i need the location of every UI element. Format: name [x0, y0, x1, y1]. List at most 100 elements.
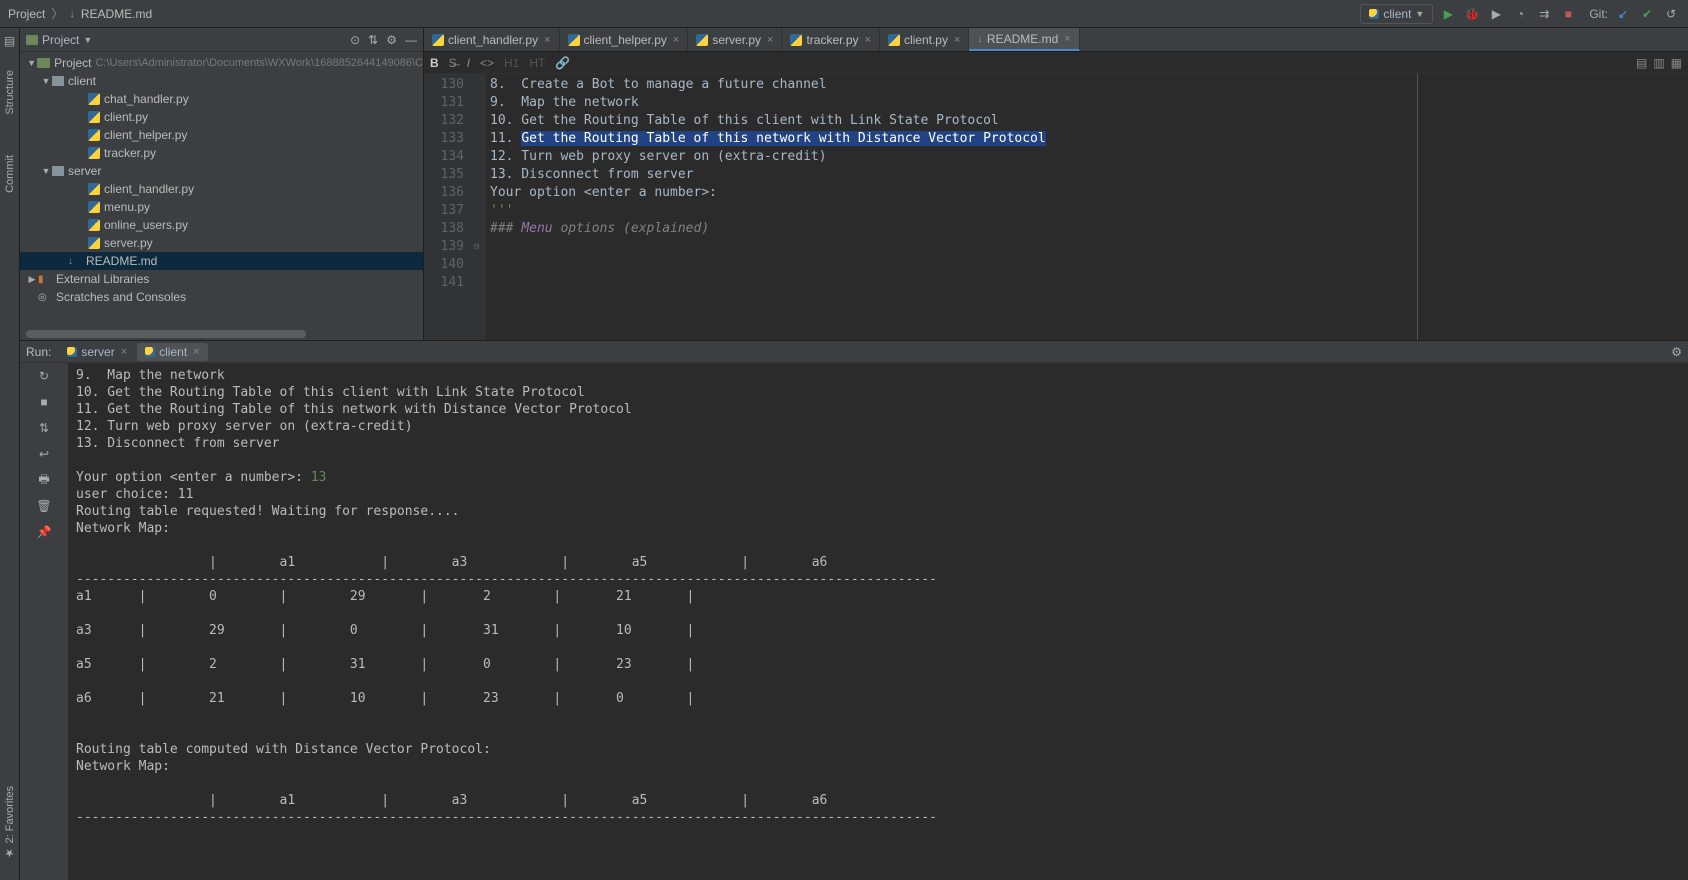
- tree-file[interactable]: tracker.py: [20, 144, 423, 162]
- libraries-icon: ▮: [38, 274, 52, 285]
- python-icon: [88, 219, 100, 231]
- coverage-button[interactable]: ▶: [1487, 5, 1505, 23]
- run-config-selector[interactable]: client ▼: [1360, 4, 1433, 24]
- tree-file[interactable]: chat_handler.py: [20, 90, 423, 108]
- tree-file-readme[interactable]: ↓README.md: [20, 252, 423, 270]
- console-output[interactable]: 9. Map the network10. Get the Routing Ta…: [68, 363, 1688, 880]
- close-icon[interactable]: ×: [544, 34, 550, 46]
- run-tab-server[interactable]: server×: [59, 343, 135, 361]
- expand-icon[interactable]: ▼: [40, 76, 52, 86]
- close-icon[interactable]: ×: [767, 34, 773, 46]
- layout-button[interactable]: ⇅: [35, 419, 53, 437]
- view-editor-icon[interactable]: ▤: [1636, 56, 1647, 70]
- bold-button[interactable]: B: [430, 56, 439, 70]
- project-selector[interactable]: Project ▼: [26, 33, 92, 47]
- debug-button[interactable]: 🐞: [1463, 5, 1481, 23]
- settings-icon[interactable]: ⚙: [386, 33, 397, 47]
- tree-path: C:\Users\Administrator\Documents\WXWork\…: [95, 57, 423, 69]
- tab-readme[interactable]: ↓README.md×: [969, 28, 1079, 51]
- structure-tool[interactable]: Structure: [4, 70, 16, 115]
- scratches-icon: ◎: [38, 292, 52, 303]
- run-pane: Run: server× client× ⚙ ↻ ■ ⇅ ↩ 🖶 🗑 📌: [20, 340, 1688, 880]
- rerun-button[interactable]: ↻: [35, 367, 53, 385]
- italic-button[interactable]: I: [467, 56, 470, 70]
- close-icon[interactable]: ×: [865, 34, 871, 46]
- close-icon[interactable]: ×: [193, 346, 199, 358]
- python-icon: [790, 34, 802, 46]
- editor-body[interactable]: 130131132133134135136137138139140141 ⊟ 8…: [424, 74, 1688, 340]
- hide-pane-icon[interactable]: —: [405, 33, 417, 47]
- chevron-down-icon: ▼: [83, 35, 92, 45]
- stop-button[interactable]: ■: [35, 393, 53, 411]
- tab-tracker[interactable]: tracker.py×: [782, 28, 879, 51]
- preview-strip: [1418, 74, 1688, 340]
- tree-file[interactable]: client.py: [20, 108, 423, 126]
- close-icon[interactable]: ×: [954, 34, 960, 46]
- run-button[interactable]: ▶: [1439, 5, 1457, 23]
- left-tool-strip: ▤ Structure Commit ★ 2: Favorites: [0, 28, 20, 880]
- tree-file[interactable]: menu.py: [20, 198, 423, 216]
- git-label: Git:: [1589, 7, 1608, 21]
- tree-file[interactable]: client_helper.py: [20, 126, 423, 144]
- tree-file[interactable]: server.py: [20, 234, 423, 252]
- tree-folder-server[interactable]: ▼ server: [20, 162, 423, 180]
- tree-file[interactable]: client_handler.py: [20, 180, 423, 198]
- horizontal-scrollbar[interactable]: [20, 330, 423, 340]
- settings-icon[interactable]: ⚙: [1671, 345, 1682, 359]
- chevron-down-icon: ▼: [1415, 9, 1424, 19]
- run-side-toolbar: ↻ ■ ⇅ ↩ 🖶 🗑 📌: [20, 363, 68, 880]
- view-split-icon[interactable]: ▥: [1653, 56, 1664, 70]
- expand-icon[interactable]: ▼: [26, 58, 37, 68]
- tab-client-helper[interactable]: client_helper.py×: [560, 28, 689, 51]
- close-icon[interactable]: ×: [673, 34, 679, 46]
- tab-server[interactable]: server.py×: [688, 28, 782, 51]
- git-history-icon[interactable]: ↺: [1662, 5, 1680, 23]
- ht-button[interactable]: HT: [529, 56, 545, 70]
- markdown-toolbar: B S̶ I <> H1 HT 🔗 ▤ ▥ ▦: [424, 52, 1688, 74]
- folder-icon: [52, 76, 64, 86]
- top-bar: Project 〉 ↓ README.md client ▼ ▶ 🐞 ▶ ◔ ⇉…: [0, 0, 1688, 28]
- run-tab-client[interactable]: client×: [137, 343, 207, 361]
- close-icon[interactable]: ×: [1064, 33, 1070, 45]
- markdown-icon: ↓: [68, 256, 82, 267]
- tree-external-libs[interactable]: ▶▮External Libraries: [20, 270, 423, 288]
- project-tool-icon[interactable]: ▤: [1, 32, 19, 50]
- tab-client[interactable]: client.py×: [880, 28, 969, 51]
- select-opened-file-icon[interactable]: ⊙: [350, 33, 360, 47]
- code-content[interactable]: 8. Create a Bot to manage a future chann…: [486, 74, 1418, 340]
- delete-button[interactable]: 🗑: [35, 497, 53, 515]
- h1-button[interactable]: H1: [504, 56, 519, 70]
- breadcrumb-project[interactable]: Project: [8, 7, 45, 21]
- run-header: Run: server× client× ⚙: [20, 341, 1688, 363]
- markdown-icon: ↓: [69, 8, 75, 20]
- python-icon: [88, 129, 100, 141]
- tab-client-handler[interactable]: client_handler.py×: [424, 28, 560, 51]
- project-tree: ▼ Project C:\Users\Administrator\Documen…: [20, 52, 423, 330]
- favorites-tool[interactable]: ★ 2: Favorites: [3, 786, 16, 860]
- tree-root[interactable]: ▼ Project C:\Users\Administrator\Documen…: [20, 54, 423, 72]
- stop-button[interactable]: ■: [1559, 5, 1577, 23]
- profile-button[interactable]: ◔: [1511, 5, 1529, 23]
- link-button[interactable]: 🔗: [555, 56, 570, 70]
- attach-button[interactable]: ⇉: [1535, 5, 1553, 23]
- expand-icon[interactable]: ▼: [40, 166, 52, 176]
- code-button[interactable]: <>: [480, 56, 494, 70]
- commit-tool[interactable]: Commit: [4, 155, 16, 193]
- expand-icon[interactable]: ▶: [26, 274, 38, 285]
- view-preview-icon[interactable]: ▦: [1671, 56, 1682, 70]
- print-button[interactable]: 🖶: [35, 471, 53, 489]
- breadcrumb: Project 〉 ↓ README.md: [8, 5, 152, 22]
- expand-all-icon[interactable]: ⇅: [368, 33, 378, 47]
- strikethrough-button[interactable]: S̶: [449, 56, 457, 70]
- soft-wrap-button[interactable]: ↩: [35, 445, 53, 463]
- tree-file[interactable]: online_users.py: [20, 216, 423, 234]
- tree-scratches[interactable]: ◎Scratches and Consoles: [20, 288, 423, 306]
- editor-tabs: client_handler.py× client_helper.py× ser…: [424, 28, 1688, 52]
- breadcrumb-file[interactable]: README.md: [81, 7, 152, 21]
- pin-button[interactable]: 📌: [35, 523, 53, 541]
- folder-icon: [37, 58, 50, 68]
- git-update-icon[interactable]: ↙: [1614, 5, 1632, 23]
- tree-folder-client[interactable]: ▼ client: [20, 72, 423, 90]
- close-icon[interactable]: ×: [121, 346, 127, 358]
- git-commit-icon[interactable]: ✔: [1638, 5, 1656, 23]
